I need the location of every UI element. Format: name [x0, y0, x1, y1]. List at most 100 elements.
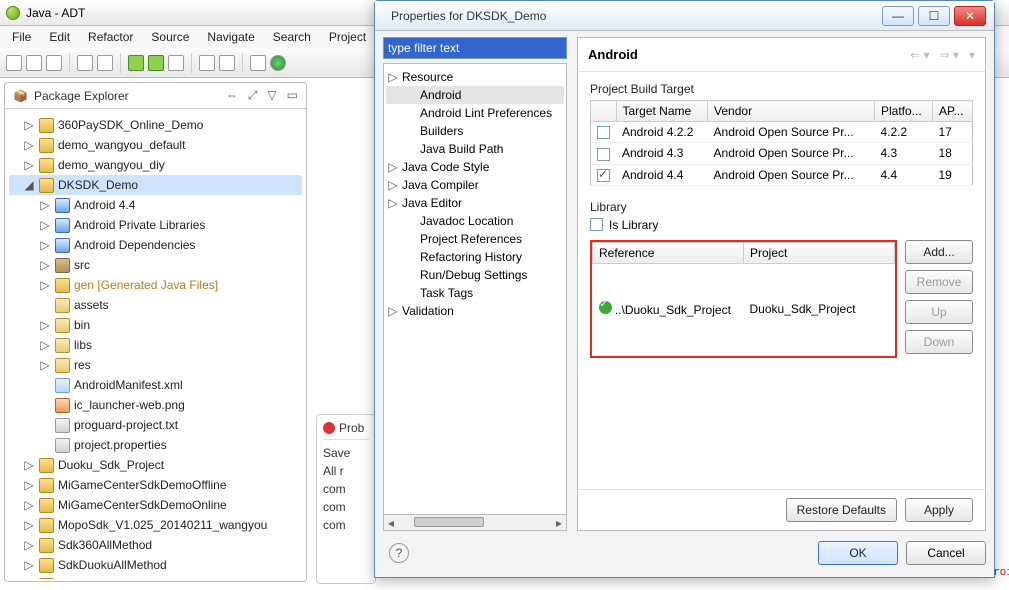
expand-arrow-icon[interactable]: [39, 415, 51, 435]
expand-arrow-icon[interactable]: ▷: [23, 495, 35, 515]
help-icon[interactable]: ?: [389, 543, 409, 563]
expand-arrow-icon[interactable]: [39, 395, 51, 415]
toolbar-debug-icon[interactable]: [250, 55, 266, 71]
target-checkbox[interactable]: [597, 126, 610, 139]
add-button[interactable]: Add...: [905, 240, 973, 264]
nav-item[interactable]: Task Tags: [386, 284, 564, 302]
target-col-name[interactable]: Target Name: [616, 101, 708, 122]
scroll-thumb[interactable]: [414, 517, 484, 527]
minimize-icon[interactable]: ▭: [287, 88, 298, 103]
menu-project[interactable]: Project: [321, 27, 374, 47]
lib-col-ref[interactable]: Reference: [593, 242, 744, 263]
toolbar-build-icon[interactable]: [97, 55, 113, 71]
expand-arrow-icon[interactable]: ▷: [39, 335, 51, 355]
nav-item[interactable]: ▷Validation: [386, 302, 564, 320]
target-col-api[interactable]: AP...: [933, 101, 973, 122]
tree-item[interactable]: project.properties: [9, 435, 302, 455]
close-button[interactable]: ✕: [954, 6, 986, 26]
expand-arrow-icon[interactable]: ▷: [39, 315, 51, 335]
target-checkbox[interactable]: [597, 148, 610, 161]
project-item[interactable]: ▷360PaySDK_Online_Demo: [9, 115, 302, 135]
nav-item[interactable]: Android Lint Preferences: [386, 104, 564, 122]
view-menu-icon[interactable]: ▽: [267, 88, 276, 103]
lib-col-proj[interactable]: Project: [744, 242, 895, 263]
project-item[interactable]: ▷Duoku_Sdk_Project: [9, 455, 302, 475]
expand-arrow-icon[interactable]: ▷: [39, 275, 51, 295]
project-item[interactable]: ▷MiGameCenterSdkDemoOffline: [9, 475, 302, 495]
remove-button[interactable]: Remove: [905, 270, 973, 294]
collapse-all-icon[interactable]: ⇔: [226, 88, 238, 103]
toolbar-new-icon[interactable]: [6, 55, 22, 71]
scroll-right-icon[interactable]: ▸: [552, 516, 566, 530]
expand-arrow-icon[interactable]: ▷: [39, 235, 51, 255]
expand-arrow-icon[interactable]: ◢: [23, 175, 35, 195]
expand-arrow-icon[interactable]: ▷: [23, 515, 35, 535]
dialog-titlebar[interactable]: Properties for DKSDK_Demo — ☐ ✕: [375, 1, 994, 31]
nav-expand-icon[interactable]: ▷: [388, 304, 398, 318]
tree-item[interactable]: ▷Android Dependencies: [9, 235, 302, 255]
nav-expand-icon[interactable]: ▷: [388, 70, 398, 84]
nav-expand-icon[interactable]: ▷: [388, 160, 398, 174]
target-row[interactable]: Android 4.3Android Open Source Pr...4.31…: [591, 143, 973, 164]
maximize-button[interactable]: ☐: [918, 6, 950, 26]
menu-edit[interactable]: Edit: [41, 27, 78, 47]
expand-arrow-icon[interactable]: ▷: [39, 215, 51, 235]
nav-item[interactable]: ▷Java Editor: [386, 194, 564, 212]
expand-arrow-icon[interactable]: [39, 295, 51, 315]
tree-item[interactable]: ▷Android 4.4: [9, 195, 302, 215]
nav-item[interactable]: Android: [386, 86, 564, 104]
nav-item[interactable]: Java Build Path: [386, 140, 564, 158]
project-item[interactable]: ▷MiGameCenterSdkDemoOnline: [9, 495, 302, 515]
target-col-check[interactable]: [591, 101, 617, 122]
problems-tab-label[interactable]: Prob: [339, 421, 364, 435]
nav-item[interactable]: Project References: [386, 230, 564, 248]
tree-item[interactable]: ▷src: [9, 255, 302, 275]
package-explorer-tab[interactable]: 📦 Package Explorer ⇔ ⤢ ▽ ▭: [5, 83, 306, 109]
nav-horizontal-scrollbar[interactable]: ◂ ▸: [383, 515, 567, 531]
project-item[interactable]: ▷demo_wangyou_default: [9, 135, 302, 155]
toolbar-run-icon[interactable]: [270, 55, 286, 71]
nav-item[interactable]: Builders: [386, 122, 564, 140]
nav-item[interactable]: ▷Resource: [386, 68, 564, 86]
tree-item[interactable]: ▷bin: [9, 315, 302, 335]
down-button[interactable]: Down: [905, 330, 973, 354]
expand-arrow-icon[interactable]: ▷: [23, 555, 35, 575]
tree-item[interactable]: assets: [9, 295, 302, 315]
scroll-left-icon[interactable]: ◂: [384, 516, 398, 530]
apply-button[interactable]: Apply: [905, 498, 973, 522]
expand-arrow-icon[interactable]: [39, 375, 51, 395]
project-tree[interactable]: ▷360PaySDK_Online_Demo▷demo_wangyou_defa…: [5, 109, 306, 579]
forward-icon[interactable]: ⇒ ▾: [940, 48, 959, 62]
filter-input[interactable]: [384, 38, 566, 58]
menu-refactor[interactable]: Refactor: [80, 27, 141, 47]
toolbar-lint-icon[interactable]: [168, 55, 184, 71]
menu-file[interactable]: File: [4, 27, 39, 47]
tree-item[interactable]: ▷libs: [9, 335, 302, 355]
restore-defaults-button[interactable]: Restore Defaults: [786, 498, 897, 522]
toolbar-saveall-icon[interactable]: [46, 55, 62, 71]
toolbar-new-wizard-icon[interactable]: [199, 55, 215, 71]
tree-item[interactable]: ▷gen [Generated Java Files]: [9, 275, 302, 295]
target-col-platform[interactable]: Platfo...: [875, 101, 933, 122]
expand-arrow-icon[interactable]: ▷: [39, 355, 51, 375]
expand-arrow-icon[interactable]: ▷: [23, 115, 35, 135]
project-item[interactable]: ▷demo_wangyou_diy: [9, 155, 302, 175]
nav-expand-icon[interactable]: ▷: [388, 178, 398, 192]
tree-item[interactable]: ic_launcher-web.png: [9, 395, 302, 415]
project-item[interactable]: ▷MopoSdk_V1.025_20140211_wangyou: [9, 515, 302, 535]
expand-arrow-icon[interactable]: ▷: [23, 535, 35, 555]
expand-arrow-icon[interactable]: ▷: [39, 195, 51, 215]
target-col-vendor[interactable]: Vendor: [708, 101, 875, 122]
expand-arrow-icon[interactable]: ▷: [39, 255, 51, 275]
back-icon[interactable]: ⇐ ▾: [910, 48, 929, 62]
tree-item[interactable]: AndroidManifest.xml: [9, 375, 302, 395]
nav-item[interactable]: Refactoring History: [386, 248, 564, 266]
expand-arrow-icon[interactable]: ▷: [23, 135, 35, 155]
project-item[interactable]: ▷Sdk360AllMethod: [9, 535, 302, 555]
project-item[interactable]: ◢DKSDK_Demo: [9, 175, 302, 195]
nav-item[interactable]: Run/Debug Settings: [386, 266, 564, 284]
tree-item[interactable]: proguard-project.txt: [9, 415, 302, 435]
page-menu-icon[interactable]: ▾: [969, 48, 975, 62]
expand-arrow-icon[interactable]: ▷: [23, 475, 35, 495]
expand-arrow-icon[interactable]: ▷: [23, 155, 35, 175]
